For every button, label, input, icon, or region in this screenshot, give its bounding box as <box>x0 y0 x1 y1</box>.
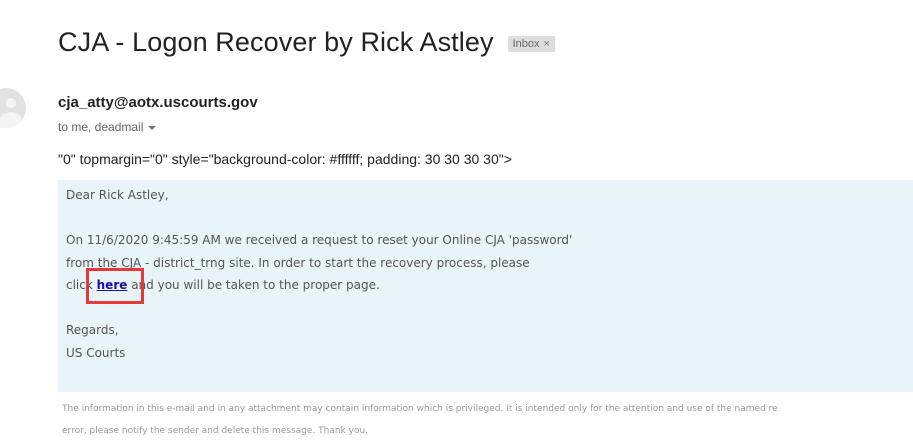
close-icon[interactable]: × <box>544 38 550 50</box>
inbox-label-chip[interactable]: Inbox × <box>507 36 555 52</box>
disclaimer-line-1: The information in this e-mail and in an… <box>62 404 778 414</box>
inbox-label-text: Inbox <box>512 38 540 50</box>
email-header: CJA - Logon Recover by Rick Astley Inbox… <box>58 22 555 62</box>
raw-html-fragment: "0" topmargin="0" style="background-colo… <box>58 151 512 167</box>
default-avatar-icon[interactable] <box>0 88 26 128</box>
disclaimer-line-2: error, please notify the sender and dele… <box>62 426 369 436</box>
sender-address[interactable]: cja_atty@aotx.uscourts.gov <box>58 94 258 111</box>
body-line-3-end: and you will be taken to the proper page… <box>127 278 380 292</box>
email-subject: CJA - Logon Recover by Rick Astley <box>58 26 494 57</box>
body-line-1: On 11/6/2020 9:45:59 AM we received a re… <box>66 233 573 247</box>
recipients-text: to me, deadmail <box>58 120 144 134</box>
signature-text: US Courts <box>66 346 126 360</box>
avatar-shoulders-shape <box>0 112 23 128</box>
avatar-head-shape <box>6 98 16 108</box>
body-line-2: from the CJA - district_trng site. In or… <box>66 256 530 270</box>
message-body: Dear Rick Astley, On 11/6/2020 9:45:59 A… <box>58 180 913 392</box>
body-line-3: click here and you will be taken to the … <box>66 278 380 292</box>
recovery-link[interactable]: here <box>97 278 128 292</box>
caret-down-icon[interactable] <box>148 126 157 130</box>
recipients-toggle[interactable]: to me, deadmail <box>58 120 157 134</box>
greeting-text: Dear Rick Astley, <box>66 188 169 202</box>
body-line-3-start: click <box>66 278 97 292</box>
closing-text: Regards, <box>66 323 119 337</box>
